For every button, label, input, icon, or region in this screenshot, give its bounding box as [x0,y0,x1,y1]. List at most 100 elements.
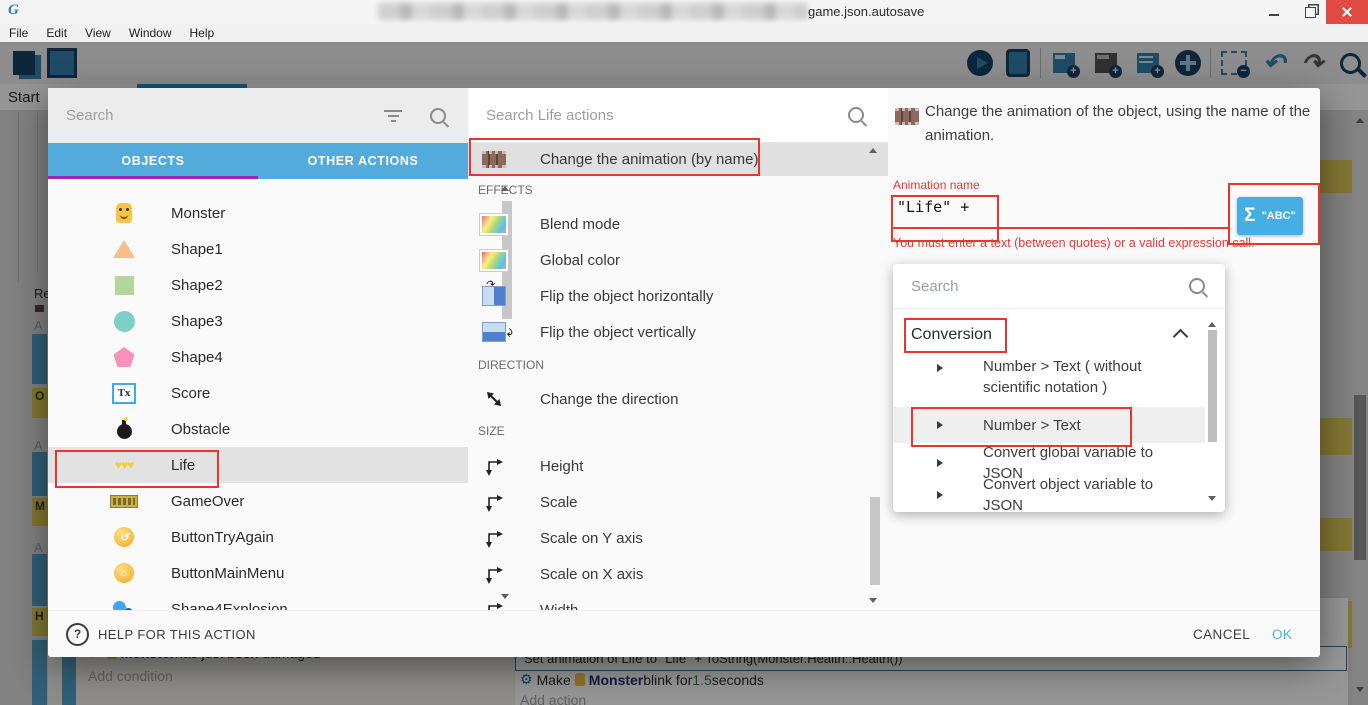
active-tab-indicator [48,176,258,179]
action-scale[interactable]: Scale [468,484,888,520]
search-icon [1189,278,1205,294]
chevron-up-icon [1173,329,1189,345]
expr-number-to-text-no-sci[interactable]: Number > Text ( without scientific notat… [893,356,1205,404]
action-description: Change the animation of the object, usin… [925,100,1317,148]
bomb-icon [117,424,132,439]
retry-button-icon [114,527,134,547]
object-row-shape3[interactable]: Shape3 [48,303,468,339]
tab-objects[interactable]: OBJECTS [48,143,258,179]
blend-mode-icon [480,214,508,235]
blurred-file-path [378,3,808,20]
objects-panel: OBJECTS OTHER ACTIONS Monster Shape1 Sha… [48,88,468,610]
expand-arrow-icon [937,459,943,467]
actions-search-input[interactable] [484,106,848,125]
text-object-icon [112,383,136,404]
section-direction: DIRECTION [478,358,544,372]
sigma-icon: Σ [1244,205,1255,227]
object-row-shape1[interactable]: Shape1 [48,231,468,267]
size-arrow-icon [485,493,504,512]
expand-arrow-icon [937,364,943,372]
size-arrow-icon [485,565,504,584]
object-row-life-selected[interactable]: Life [48,447,468,483]
action-flip-vertical[interactable]: Flip the object vertically [468,314,888,350]
object-row-buttonmainmenu[interactable]: ButtonMainMenu [48,555,468,591]
film-icon [482,151,506,168]
tab-other-actions[interactable]: OTHER ACTIONS [258,143,468,179]
action-flip-horizontal[interactable]: Flip the object horizontally [468,278,888,314]
square-icon [115,276,134,295]
menu-edit[interactable]: Edit [37,26,76,40]
actions-panel: Change the animation (by name) EFFECTS B… [468,88,888,610]
object-row-obstacle[interactable]: Obstacle [48,411,468,447]
animation-name-label: Animation name [893,178,980,192]
triangle-icon [113,240,135,258]
menu-file[interactable]: File [0,26,37,40]
scroll-down-icon[interactable] [1208,496,1216,501]
scroll-up-icon[interactable] [501,186,509,191]
scroll-down-icon[interactable] [501,594,509,599]
expr-object-var-to-json[interactable]: Convert object variable to JSON [893,478,1205,512]
search-icon [430,108,446,124]
global-color-icon [480,250,508,271]
group-conversion[interactable]: Conversion [893,318,1205,352]
action-global-color[interactable]: Global color [468,242,888,278]
action-width[interactable]: Width [468,592,888,610]
field-error-text: You must enter a text (between quotes) o… [893,236,1255,251]
menu-view[interactable]: View [76,26,120,40]
action-height[interactable]: Height [468,448,888,484]
dialog-footer: ? HELP FOR THIS ACTION CANCEL OK [48,610,1320,657]
flip-horizontal-icon [482,286,506,306]
help-icon: ? [66,623,89,646]
expression-search-input[interactable] [909,277,1189,296]
close-button[interactable] [1326,0,1368,24]
animation-name-value[interactable]: "Life" + [897,198,969,216]
actions-search-row [468,88,888,143]
action-scale-y[interactable]: Scale on Y axis [468,520,888,556]
object-row-shape2[interactable]: Shape2 [48,267,468,303]
cancel-button[interactable]: CANCEL [1193,627,1250,642]
scroll-up-icon[interactable] [869,148,877,153]
help-for-this-action-link[interactable]: HELP FOR THIS ACTION [98,627,256,642]
direction-arrow-icon [484,389,504,409]
expression-search-row [893,264,1225,309]
scroll-up-icon[interactable] [1208,322,1216,327]
window-title: game.json.autosave [808,4,924,19]
action-change-direction[interactable]: Change the direction [468,381,888,417]
size-arrow-icon [485,601,504,611]
workspace: + + + − Start Re A O A M A H [0,42,1368,705]
actions-scrollbar-thumb[interactable] [870,497,880,585]
circle-icon [114,311,135,332]
object-row-score[interactable]: Score [48,375,468,411]
object-row-buttontryagain[interactable]: ButtonTryAgain [48,519,468,555]
expand-arrow-icon [937,491,943,499]
action-change-animation-by-name[interactable]: Change the animation (by name) [468,143,888,176]
minimize-button[interactable] [1258,0,1290,24]
object-row-shape4explosion[interactable]: Shape4Explosion [48,591,468,610]
dropdown-scrollbar-thumb[interactable] [1208,330,1217,442]
object-row-gameover[interactable]: GameOver [48,483,468,519]
flip-vertical-icon [482,322,506,342]
ok-button[interactable]: OK [1272,627,1292,642]
action-scale-x[interactable]: Scale on X axis [468,556,888,592]
menu-help[interactable]: Help [181,26,224,40]
expression-builder-button[interactable]: Σ "ABC" [1237,197,1303,235]
action-blend-mode[interactable]: Blend mode [468,206,888,242]
explosion-icon [113,601,135,610]
objects-search-input[interactable] [64,106,384,125]
expression-dropdown: Conversion Number > Text ( without scien… [893,264,1225,512]
objects-search-row [48,88,468,143]
title-bar: G game.json.autosave [0,0,1368,25]
hearts-icon [115,456,133,474]
size-arrow-icon [485,529,504,548]
filter-icon[interactable] [384,110,402,122]
expr-number-to-text[interactable]: Number > Text [893,407,1205,443]
menu-window[interactable]: Window [120,26,181,40]
object-row-monster[interactable]: Monster [48,195,468,231]
objects-tabs: OBJECTS OTHER ACTIONS [48,143,468,179]
restore-button[interactable] [1294,0,1326,24]
monster-icon [116,203,132,223]
scroll-down-icon[interactable] [869,598,877,603]
action-editor-dialog: OBJECTS OTHER ACTIONS Monster Shape1 Sha… [48,88,1320,656]
object-row-shape4[interactable]: Shape4 [48,339,468,375]
pentagon-icon [114,347,135,367]
